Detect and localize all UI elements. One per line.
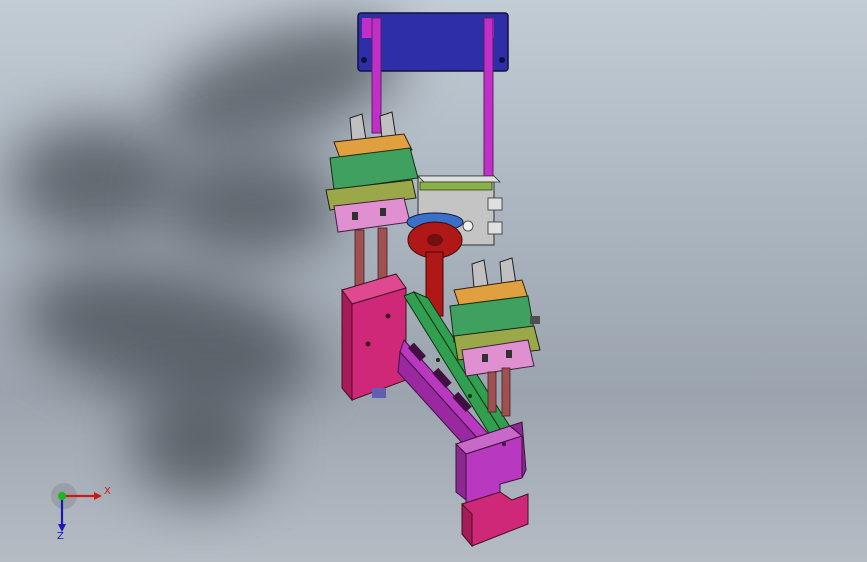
x-axis-arrow xyxy=(94,492,102,500)
coordinate-triad: X Z xyxy=(48,482,118,544)
z-axis-label: Z xyxy=(57,531,64,542)
x-axis-label: X xyxy=(104,486,111,497)
y-axis-dot xyxy=(58,492,66,500)
model-viewport[interactable]: X Z xyxy=(0,0,867,562)
left-magenta-block[interactable] xyxy=(341,273,407,402)
lower-gripper[interactable] xyxy=(449,257,541,377)
lower-bracket[interactable] xyxy=(455,421,529,548)
gripper-assembly-model[interactable] xyxy=(0,0,867,562)
